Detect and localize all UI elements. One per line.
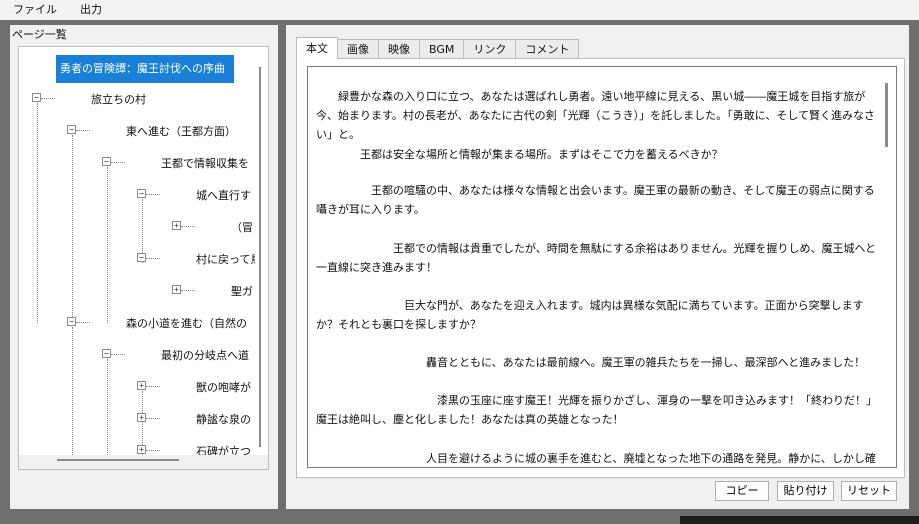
tab-comment[interactable]: コメント	[515, 39, 580, 59]
expand-icon[interactable]: +	[172, 221, 181, 230]
body-paragraph: 轟音とともに、あなたは最前線へ。魔王軍の雑兵たちを一掃し、最深部へと進みました！	[316, 356, 866, 369]
tree-guide-line	[76, 322, 90, 323]
collapse-icon[interactable]: −	[102, 349, 111, 358]
tree-guide-line	[146, 418, 160, 419]
tree-node[interactable]: 旅立ちの村	[91, 91, 146, 107]
body-paragraph: 緑豊かな森の入り口に立つ、あなたは選ばれし勇者。遠い地平線に見える、黒い城――魔…	[316, 90, 876, 141]
tab-bgm[interactable]: BGM	[419, 39, 465, 59]
body-paragraph: 巨大な門が、あなたを迎え入れます。城内は異様な気配に満ちています。正面から突撃し…	[316, 299, 864, 331]
tree-node[interactable]: 城へ直行す	[196, 187, 251, 203]
taskbar-strip	[680, 516, 919, 524]
tree-guide-line	[76, 130, 90, 131]
menu-output[interactable]: 出力	[67, 0, 112, 20]
tree-node[interactable]: 静謐な泉の	[196, 411, 251, 427]
tree-guide-line	[107, 359, 108, 459]
reset-button[interactable]: リセット	[841, 481, 897, 501]
tab-video[interactable]: 映像	[378, 39, 420, 59]
tree-node[interactable]: 東へ進む（王都方面）	[126, 123, 236, 139]
page-list-label: ページ一覧	[10, 26, 69, 42]
tree-node[interactable]: （冒	[231, 219, 253, 235]
body-paragraph: 王都は安全な場所と情報が集まる場所。まずはそこで力を蓄えるべきか？	[316, 148, 723, 161]
expand-icon[interactable]: +	[137, 445, 146, 454]
copy-button[interactable]: コピー	[715, 481, 769, 501]
editor-tabs: 本文 画像 映像 BGM リンク コメント	[296, 37, 580, 59]
tab-body-text[interactable]: 本文	[296, 37, 338, 59]
tree-guide-line	[107, 167, 108, 323]
tree-node[interactable]: 獣の咆哮が	[196, 379, 251, 395]
tree-guide-line	[111, 162, 125, 163]
tree-node[interactable]: 王都で情報収集を	[161, 155, 249, 171]
expand-icon[interactable]: +	[137, 381, 146, 390]
tree-guide-line	[146, 194, 160, 195]
tree-horizontal-scrollbar[interactable]	[19, 455, 268, 469]
tree-node[interactable]: 最初の分岐点へ道	[161, 347, 249, 363]
tree-horizontal-scroll-thumb[interactable]	[57, 459, 179, 461]
collapse-icon[interactable]: −	[67, 125, 76, 134]
tree-node[interactable]: 聖ガ	[231, 283, 253, 299]
tree-guide-line	[181, 226, 195, 227]
collapse-icon[interactable]: −	[32, 93, 41, 102]
menubar: ファイル 出力	[0, 0, 919, 20]
tree-guide-line	[72, 135, 73, 323]
tree-guide-line	[146, 258, 160, 259]
tree-node[interactable]: 森の小道を進む（自然の	[126, 315, 247, 331]
tree-vertical-scroll-thumb[interactable]	[259, 67, 261, 447]
tab-link[interactable]: リンク	[463, 39, 517, 59]
tree-vertical-scrollbar[interactable]	[255, 47, 268, 455]
tree-guide-line	[181, 290, 195, 291]
collapse-icon[interactable]: −	[137, 189, 146, 198]
menu-file[interactable]: ファイル	[0, 0, 67, 20]
tree-guide-line	[146, 450, 160, 451]
collapse-icon[interactable]: −	[102, 157, 111, 166]
body-paragraph: 王都の喧騒の中、あなたは様々な情報と出会います。魔王軍の最新の動き、そして魔王の…	[316, 184, 875, 216]
collapse-icon[interactable]: −	[67, 317, 76, 326]
editor-vertical-scroll-thumb[interactable]	[885, 83, 888, 147]
page-tree[interactable]: 勇者の冒険譚：魔王討伐への序曲 − 旅立ちの村 − 東へ進む（王都方面） − 王…	[18, 46, 269, 470]
expand-icon[interactable]: +	[172, 285, 181, 294]
tree-guide-line	[72, 327, 73, 457]
expand-icon[interactable]: +	[137, 413, 146, 422]
body-text-editor[interactable]: 緑豊かな森の入り口に立つ、あなたは選ばれし勇者。遠い地平線に見える、黒い城――魔…	[307, 66, 897, 468]
body-paragraph: 人目を避けるように城の裏手を進むと、廃墟となった地下の通路を発見。静かに、しかし…	[425, 452, 876, 465]
tree-guide-line	[111, 354, 125, 355]
tree-guide-line	[37, 103, 38, 323]
body-paragraph: 漆黒の玉座に座す魔王！光輝を振りかざし、渾身の一撃を叩き込みます！「終わりだ！」…	[316, 394, 877, 426]
tree-node-root[interactable]: 勇者の冒険譚：魔王討伐への序曲	[56, 55, 234, 83]
tree-guide-line	[41, 98, 55, 99]
body-paragraph: 王都での情報は貴重でしたが、時間を無駄にする余裕はありません。光輝を握りしめ、魔…	[316, 242, 877, 274]
tab-image[interactable]: 画像	[337, 39, 379, 59]
collapse-icon[interactable]: −	[137, 253, 146, 262]
tree-guide-line	[146, 386, 160, 387]
paste-button[interactable]: 貼り付け	[777, 481, 834, 501]
tree-node[interactable]: 村に戻って鳥	[196, 251, 261, 267]
